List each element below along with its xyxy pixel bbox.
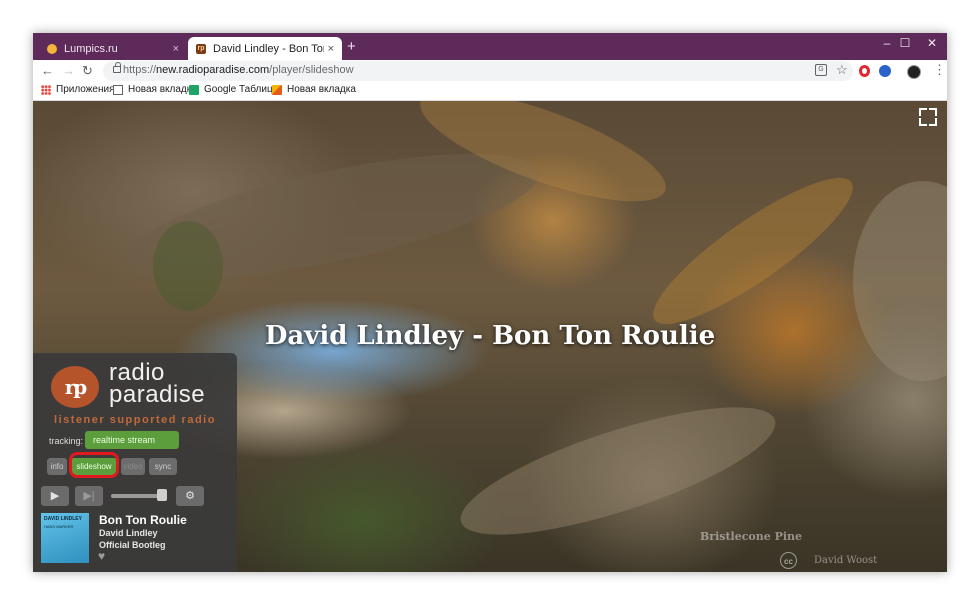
url-text[interactable]: https://new.radioparadise.com/player/sli… [123, 64, 354, 76]
profile-avatar-icon[interactable] [907, 65, 921, 79]
back-icon[interactable]: ← [41, 63, 54, 79]
tab-bar: Lumpics.ru × rp David Lindley - Bon Ton … [33, 33, 947, 60]
star-icon[interactable]: ☆ [836, 62, 848, 78]
tab-sync[interactable]: sync [149, 458, 177, 475]
bookmark-new-tab-2[interactable]: Новая вкладка [272, 84, 356, 95]
maximize-icon[interactable]: ☐ [893, 35, 917, 51]
new-tab-button[interactable]: + [347, 38, 356, 56]
tab-radio-paradise[interactable]: rp David Lindley - Bon Ton Roulie × [188, 37, 342, 60]
highlight-outline [69, 452, 119, 478]
close-tab-icon[interactable]: × [328, 43, 334, 55]
browser-window: Lumpics.ru × rp David Lindley - Bon Ton … [33, 33, 947, 572]
address-bar[interactable]: https://new.radioparadise.com/player/sli… [103, 61, 853, 81]
bookmarks-bar: Приложения Новая вкладка Google Таблицы … [33, 82, 947, 101]
close-tab-icon[interactable]: × [173, 43, 179, 55]
song-title-overlay: David Lindley - Bon Ton Roulie [264, 321, 716, 351]
bookmark-google-sheets[interactable]: Google Таблицы [189, 84, 280, 95]
opera-extension-icon[interactable] [859, 65, 870, 77]
radio-paradise-favicon-icon: rp [196, 43, 206, 54]
sheets-icon [189, 84, 199, 95]
now-playing-title: Bon Ton Roulie [99, 513, 187, 527]
settings-button[interactable]: ⚙ [176, 486, 204, 506]
vpn-extension-icon[interactable] [879, 65, 891, 77]
menu-icon[interactable]: ⋮ [933, 62, 946, 78]
slideshow-page: David Lindley - Bon Ton Roulie Bristleco… [33, 101, 947, 572]
album-cover[interactable]: DAVID LINDLEY HANS MARKER [41, 513, 89, 563]
radio-paradise-logo-icon: rp [51, 366, 99, 408]
page-icon [113, 84, 123, 95]
reload-icon[interactable]: ↻ [82, 63, 93, 79]
photo-credit: David Woost [814, 555, 878, 566]
tab-info[interactable]: info [47, 458, 67, 475]
player-panel: rp radio paradise listener supported rad… [33, 353, 237, 572]
now-playing-artist: David Lindley [99, 528, 158, 538]
now-playing-album: Official Bootleg [99, 540, 166, 550]
translate-icon[interactable]: G [815, 64, 827, 76]
tab-lumpics[interactable]: Lumpics.ru × [39, 37, 187, 60]
forward-icon[interactable]: → [62, 63, 75, 79]
apps-grid-icon [41, 84, 51, 95]
skip-button[interactable]: ▶| [75, 486, 103, 506]
bookmark-new-tab[interactable]: Новая вкладка [113, 84, 197, 95]
landscape-icon [272, 84, 282, 95]
lock-icon [113, 62, 121, 73]
close-window-icon[interactable]: ✕ [920, 35, 944, 51]
tab-title: David Lindley - Bon Ton Roulie [213, 42, 324, 55]
photo-caption: Bristlecone Pine [700, 530, 803, 543]
realtime-stream-button[interactable]: realtime stream [85, 431, 179, 449]
volume-handle[interactable] [157, 489, 167, 501]
fullscreen-icon[interactable] [919, 108, 937, 126]
tagline: listener supported radio [54, 414, 216, 426]
lumpics-favicon-icon [47, 43, 57, 54]
bookmark-apps[interactable]: Приложения [41, 84, 115, 95]
tracking-label: tracking: [49, 436, 84, 446]
heart-icon[interactable]: ♥ [98, 549, 105, 563]
play-button[interactable]: ▶ [41, 486, 69, 506]
tab-video[interactable]: video [121, 458, 145, 475]
logo-text: radio paradise [109, 359, 206, 408]
tab-title: Lumpics.ru [64, 42, 118, 55]
creative-commons-icon: cc [780, 552, 797, 569]
toolbar: ← → ↻ https://new.radioparadise.com/play… [33, 60, 947, 82]
